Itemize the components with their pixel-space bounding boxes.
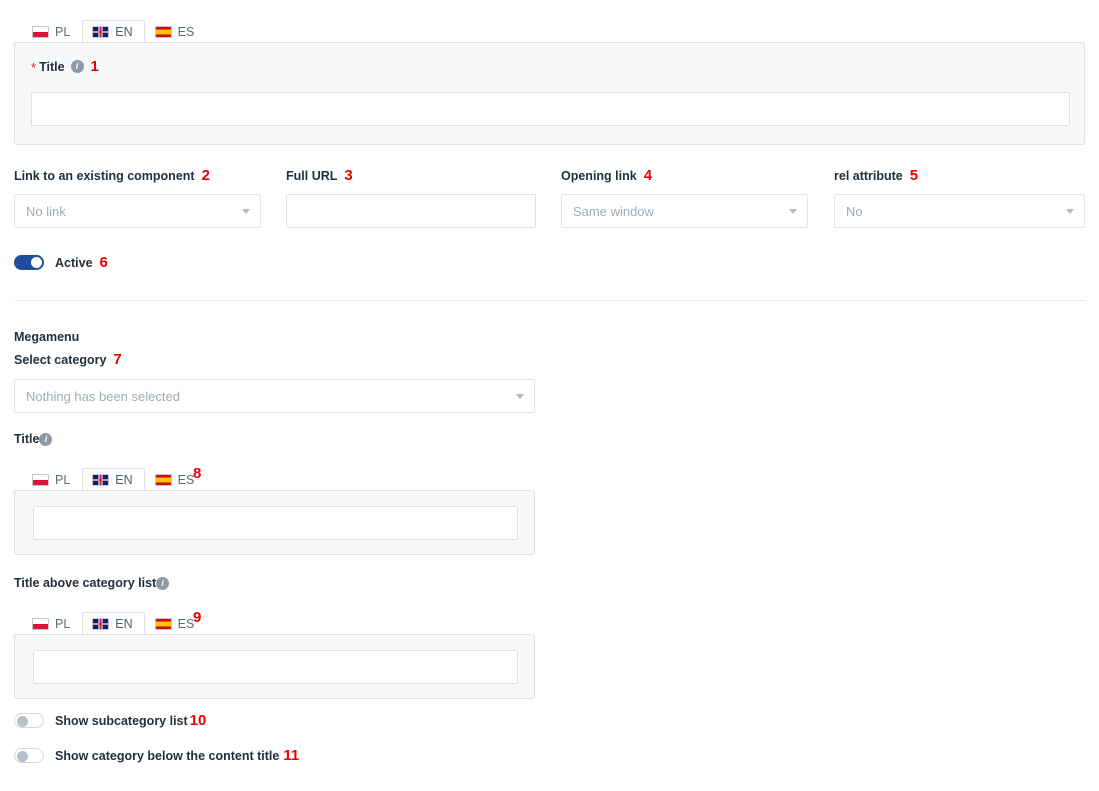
full-url-label-row: Full URL 3 bbox=[286, 168, 536, 183]
opening-link-select[interactable]: Same window bbox=[561, 194, 808, 228]
megamenu-title-language-tab-pl[interactable]: PL bbox=[22, 468, 82, 492]
annotation-5: 5 bbox=[909, 167, 919, 184]
megamenu-title-input[interactable] bbox=[33, 506, 518, 540]
language-tab-pl-label: PL bbox=[55, 24, 71, 39]
show-subcategory-list-row: Show subcategory list 10 bbox=[14, 713, 206, 728]
link-component-label: Link to an existing component bbox=[14, 168, 195, 183]
language-tab-es-label: ES bbox=[177, 24, 195, 39]
full-url-label: Full URL bbox=[286, 168, 338, 183]
megamenu-title-label-row: Title i bbox=[14, 432, 53, 446]
rel-attribute-field: rel attribute 5 No bbox=[834, 168, 1085, 228]
language-tab-pl[interactable]: PL bbox=[22, 20, 82, 44]
flag-en-icon bbox=[92, 617, 110, 630]
megamenu-title-language-tab-en-label: EN bbox=[115, 472, 133, 487]
link-component-selected-value: No link bbox=[26, 203, 66, 219]
info-icon[interactable]: i bbox=[156, 576, 170, 590]
title-above-category-list-input[interactable] bbox=[33, 650, 518, 684]
annotation-11: 11 bbox=[283, 747, 300, 764]
annotation-9: 9 bbox=[193, 609, 202, 626]
language-tab-en[interactable]: EN bbox=[82, 19, 145, 43]
main-title-input[interactable] bbox=[31, 92, 1070, 126]
opening-link-selected-value: Same window bbox=[573, 203, 654, 219]
megamenu-title-label: Title bbox=[14, 432, 40, 446]
megamenu-title-panel bbox=[14, 490, 535, 555]
flag-pl-icon bbox=[32, 25, 49, 38]
flag-es-icon bbox=[154, 473, 172, 486]
title-above-category-list-language-tab-en[interactable]: EN bbox=[82, 611, 145, 635]
opening-link-label-row: Opening link 4 bbox=[561, 168, 808, 183]
active-toggle-row: Active 6 bbox=[14, 255, 108, 270]
show-category-below-content-title-label: Show category below the content title bbox=[55, 748, 280, 763]
flag-pl-icon bbox=[32, 473, 49, 486]
show-subcategory-list-toggle[interactable] bbox=[14, 713, 44, 728]
active-toggle-label: Active bbox=[55, 255, 93, 270]
title-above-category-list-panel bbox=[14, 634, 535, 699]
title-above-category-list-language-tab-es-label: ES bbox=[177, 616, 195, 631]
info-icon[interactable]: i bbox=[39, 432, 53, 446]
annotation-2: 2 bbox=[201, 167, 210, 184]
link-component-select[interactable]: No link bbox=[14, 194, 261, 228]
opening-link-label: Opening link bbox=[561, 168, 637, 183]
annotation-4: 4 bbox=[643, 167, 653, 184]
chevron-down-icon bbox=[242, 209, 250, 214]
flag-es-icon bbox=[154, 617, 172, 630]
rel-attribute-select[interactable]: No bbox=[834, 194, 1085, 228]
annotation-8: 8 bbox=[193, 465, 202, 482]
megamenu-title-language-tab-pl-label: PL bbox=[55, 472, 71, 487]
annotation-3: 3 bbox=[344, 167, 353, 184]
info-icon[interactable]: i bbox=[70, 60, 84, 73]
required-marker: * bbox=[31, 60, 37, 75]
rel-attribute-selected-value: No bbox=[846, 203, 863, 219]
select-category-select[interactable]: Nothing has been selected bbox=[14, 379, 535, 413]
annotation-1: 1 bbox=[90, 58, 99, 75]
select-category-selected-value: Nothing has been selected bbox=[26, 388, 180, 404]
main-title-panel: * Title i 1 bbox=[14, 42, 1085, 145]
select-category-label-row: Select category 7 bbox=[14, 352, 535, 367]
active-toggle[interactable] bbox=[14, 255, 44, 270]
flag-en-icon bbox=[92, 25, 110, 38]
opening-link-field: Opening link 4 Same window bbox=[561, 168, 808, 228]
link-component-field: Link to an existing component 2 No link bbox=[14, 168, 261, 228]
megamenu-title-language-tab-en[interactable]: EN bbox=[82, 467, 145, 491]
flag-pl-icon bbox=[32, 617, 49, 630]
annotation-7: 7 bbox=[113, 351, 122, 368]
chevron-down-icon bbox=[1066, 209, 1074, 214]
main-title-label-row: * Title i 1 bbox=[31, 58, 99, 75]
link-component-label-row: Link to an existing component 2 bbox=[14, 168, 261, 183]
chevron-down-icon bbox=[789, 209, 797, 214]
language-tabs-megamenu-title: PL EN ES bbox=[22, 462, 206, 492]
rel-attribute-label: rel attribute bbox=[834, 168, 903, 183]
settings-form-page: PL EN ES * Title i 1 Link to an existing… bbox=[0, 0, 1099, 791]
title-above-category-list-language-tab-pl-label: PL bbox=[55, 616, 71, 631]
title-above-category-list-language-tab-en-label: EN bbox=[115, 616, 133, 631]
full-url-field: Full URL 3 bbox=[286, 168, 536, 228]
section-divider bbox=[14, 300, 1086, 301]
active-toggle-knob bbox=[31, 257, 42, 268]
language-tabs-title-above-category-list: PL EN ES bbox=[22, 606, 206, 636]
language-tab-en-label: EN bbox=[115, 24, 133, 39]
show-subcategory-list-label: Show subcategory list bbox=[55, 713, 188, 728]
flag-es-icon bbox=[154, 25, 172, 38]
select-category-label: Select category bbox=[14, 352, 107, 367]
flag-en-icon bbox=[92, 473, 110, 486]
language-tab-es[interactable]: ES bbox=[145, 20, 207, 44]
show-category-below-content-title-row: Show category below the content title 11 bbox=[14, 748, 299, 763]
full-url-input[interactable] bbox=[286, 194, 536, 228]
title-above-category-list-label-row: Title above category list i bbox=[14, 576, 170, 590]
select-category-field: Select category 7 Nothing has been selec… bbox=[14, 352, 535, 413]
language-tabs-main: PL EN ES bbox=[22, 14, 207, 44]
megamenu-title-language-tab-es-label: ES bbox=[177, 472, 195, 487]
megamenu-heading: Megamenu bbox=[14, 330, 80, 344]
show-subcategory-list-toggle-knob bbox=[17, 716, 28, 727]
title-above-category-list-language-tab-pl[interactable]: PL bbox=[22, 612, 82, 636]
show-category-below-content-title-toggle[interactable] bbox=[14, 748, 44, 763]
main-title-label: Title bbox=[39, 59, 65, 74]
annotation-10: 10 bbox=[189, 712, 207, 729]
rel-attribute-label-row: rel attribute 5 bbox=[834, 168, 1085, 183]
title-above-category-list-label: Title above category list bbox=[14, 576, 157, 590]
show-category-below-content-title-toggle-knob bbox=[17, 751, 28, 762]
chevron-down-icon bbox=[516, 394, 524, 399]
annotation-6: 6 bbox=[99, 254, 108, 271]
